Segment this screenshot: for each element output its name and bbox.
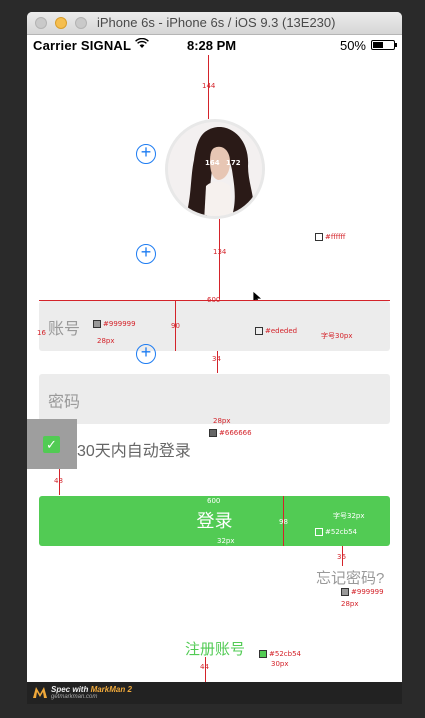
status-bar: Carrier SIGNAL 8:28 PM 50% bbox=[27, 35, 402, 55]
font-size-annotation: 28px bbox=[97, 337, 115, 345]
avatar-photo bbox=[168, 122, 262, 216]
markman-url: getmarkman.com bbox=[51, 694, 98, 700]
forgot-password-link[interactable]: 忘记密码? bbox=[316, 567, 384, 588]
color-annotation: #52cb54 bbox=[259, 650, 301, 658]
height-label: 90 bbox=[171, 322, 180, 330]
spacing-label: 172 bbox=[226, 159, 241, 167]
login-button-label: 登录 bbox=[196, 511, 233, 531]
markman-footer: Spec with MarkMan 2 getmarkman.com bbox=[27, 682, 402, 704]
register-link[interactable]: 注册账号 bbox=[185, 638, 245, 659]
battery-fill bbox=[373, 42, 383, 48]
font-size-annotation: 28px bbox=[341, 600, 359, 608]
auto-login-label: 30天内自动登录 bbox=[77, 443, 191, 460]
spacing-label: 36 bbox=[337, 553, 346, 561]
color-annotation: #ededed bbox=[255, 327, 297, 335]
avatar[interactable] bbox=[165, 119, 265, 219]
password-placeholder: 密码 bbox=[48, 394, 81, 411]
spacing-guide bbox=[219, 219, 220, 299]
add-guide-icon: + bbox=[136, 243, 156, 264]
markman-brand: Spec with MarkMan 2 bbox=[51, 685, 132, 694]
account-field[interactable]: 账号 bbox=[39, 301, 390, 351]
width-label: 600 bbox=[207, 296, 221, 304]
add-guide-icon: + bbox=[136, 343, 156, 364]
markman-logo-icon bbox=[33, 687, 47, 698]
checkbox-checked-icon[interactable]: ✓ bbox=[43, 436, 60, 453]
spacing-label: 44 bbox=[200, 663, 209, 671]
spacing-label: 164 bbox=[205, 159, 220, 167]
battery-percent: 50% bbox=[339, 38, 366, 53]
font-size-annotation: 28px bbox=[213, 417, 231, 425]
carrier-label: Carrier SIGNAL bbox=[33, 38, 132, 53]
minimize-window-button[interactable] bbox=[55, 17, 67, 29]
font-size-annotation: 字号32px bbox=[333, 512, 365, 520]
color-annotation: #52cb54 bbox=[315, 528, 357, 536]
window-titlebar: iPhone 6s - iPhone 6s / iOS 9.3 (13E230) bbox=[27, 12, 402, 35]
status-time: 8:28 PM bbox=[187, 38, 237, 53]
width-label: 600 bbox=[207, 497, 221, 505]
spacing-label: 144 bbox=[202, 82, 216, 90]
font-size-annotation: 32px bbox=[217, 537, 235, 545]
wifi-icon bbox=[135, 37, 149, 52]
spacing-label: 34 bbox=[212, 355, 221, 363]
color-annotation: #999999 bbox=[341, 588, 384, 596]
color-annotation: #666666 bbox=[209, 429, 252, 437]
device-screen: Carrier SIGNAL 8:28 PM 50% 144 164 172 +… bbox=[27, 35, 402, 682]
font-size-annotation: 30px bbox=[271, 660, 289, 668]
color-annotation: #ffffff bbox=[315, 233, 345, 241]
spacing-label: 16 bbox=[37, 329, 46, 337]
add-guide-icon: + bbox=[136, 143, 156, 164]
window-title: iPhone 6s - iPhone 6s / iOS 9.3 (13E230) bbox=[97, 15, 336, 30]
zoom-window-button[interactable] bbox=[75, 17, 87, 29]
account-placeholder: 账号 bbox=[48, 321, 81, 338]
color-annotation: #999999 bbox=[93, 320, 136, 328]
battery-icon bbox=[371, 40, 397, 50]
close-window-button[interactable] bbox=[35, 17, 47, 29]
spacing-label: 48 bbox=[54, 477, 63, 485]
auto-login-checkbox-area[interactable]: ✓ bbox=[27, 419, 77, 469]
font-size-annotation: 字号30px bbox=[321, 332, 353, 340]
simulator-window: iPhone 6s - iPhone 6s / iOS 9.3 (13E230)… bbox=[27, 12, 402, 704]
height-label: 98 bbox=[279, 518, 288, 526]
spacing-label: 134 bbox=[213, 248, 227, 256]
